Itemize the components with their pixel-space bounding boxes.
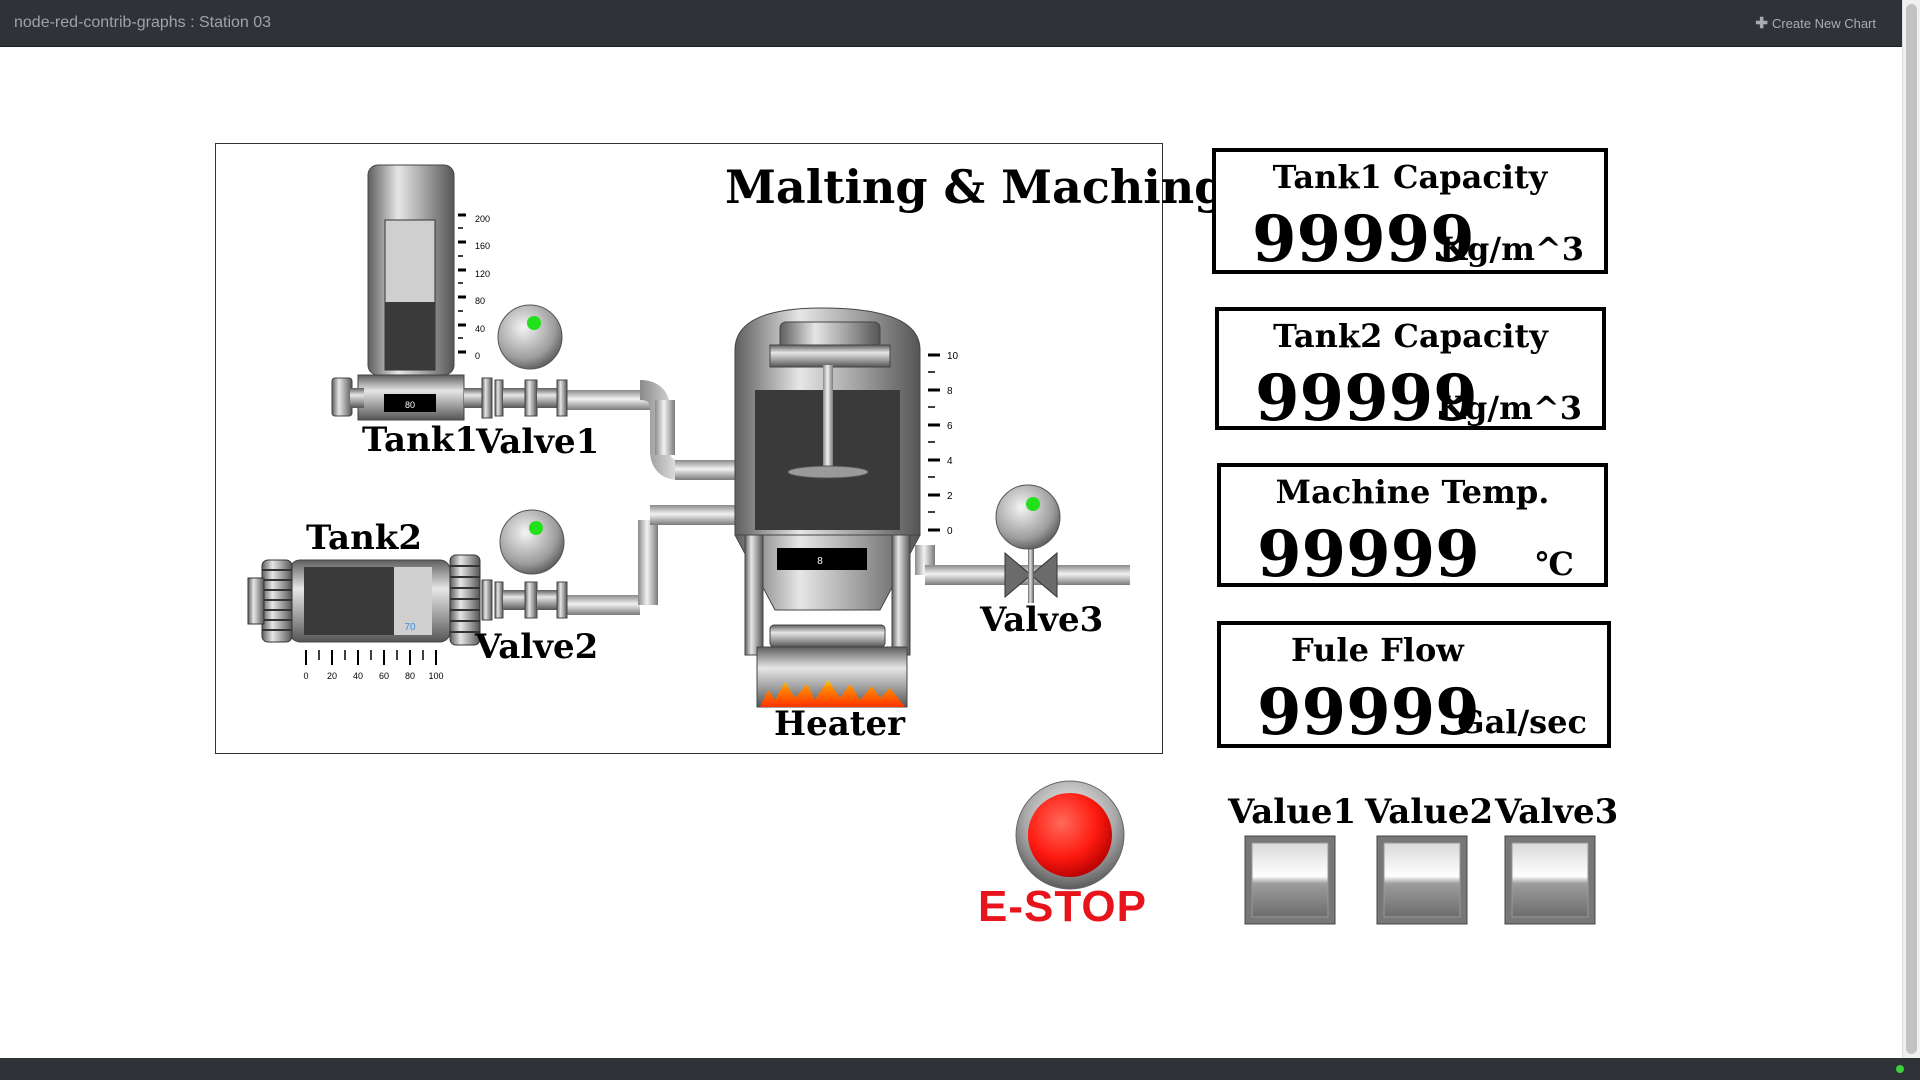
heater-label: Heater [774,704,906,744]
estop-label: E-STOP [978,882,1148,931]
card-title: Machine Temp. [1275,473,1550,511]
valve1-indicator-icon [527,316,541,330]
tank1-scale-tick: 40 [475,324,485,334]
card-title: Tank2 Capacity [1273,317,1548,355]
connection-status-icon [1896,1065,1904,1073]
tank2-scale-tick: 0 [303,671,308,681]
tank1-display-value: 80 [405,400,415,410]
tank1-scale-tick: 160 [475,241,490,251]
valve3-label: Valve3 [980,600,1104,640]
valve3-toggle-switch[interactable] [1505,836,1595,924]
panel-title: Malting & Maching [725,160,1227,214]
value1-toggle-switch[interactable] [1245,836,1335,924]
mixer-display-value: 8 [817,556,823,567]
tank1-capacity-card: Tank1 Capacity 99999 Kg/m^3 [1212,148,1608,277]
valve2-label: Valve2 [475,627,599,667]
valve1-graphic[interactable] [481,304,568,419]
mixer-scale-tick: 2 [947,491,953,502]
bottom-status-bar [0,1058,1920,1080]
estop-button[interactable] [1015,780,1125,890]
card-value: 99999 [1257,675,1480,750]
tank2-scale: 0 20 40 60 80 100 [303,650,444,681]
mixer-scale-tick: 10 [947,351,959,362]
valve2-graphic[interactable] [481,509,568,621]
mixer-scale-tick: 4 [947,456,953,467]
tank2-scale-tick: 20 [327,671,337,681]
mixer-scale: 10 8 6 4 2 0 [928,351,959,537]
tank1-scale: 200 160 120 80 40 0 [458,213,490,361]
tank2-capacity-card: Tank2 Capacity 99999 Kg/m^3 [1215,307,1606,436]
tank1-scale-tick: 200 [475,214,490,224]
switch-label-valve3: Valve3 [1495,792,1619,832]
tank2-scale-tick: 100 [428,671,443,681]
mixer-scale-tick: 0 [947,526,953,537]
card-unit: Kg/m^3 [1437,389,1582,427]
card-unit: ℃ [1535,545,1574,583]
tank1-graphic: 80 200 160 120 80 40 0 [331,164,490,421]
tank2-scale-tick: 80 [405,671,415,681]
tank1-scale-tick: 120 [475,269,490,279]
card-unit: Kg/m^3 [1439,230,1584,268]
valve3-graphic[interactable] [995,484,1061,603]
switch-label-value1: Value1 [1228,792,1357,832]
card-title: Tank1 Capacity [1272,158,1548,196]
tank2-scale-tick: 60 [379,671,389,681]
tank2-scale-tick: 40 [353,671,363,681]
valve3-indicator-icon [1026,497,1040,511]
card-value: 99999 [1257,517,1480,592]
switch-label-value2: Value2 [1365,792,1494,832]
mixer-vessel-graphic: 8 10 8 6 4 2 0 [734,307,959,656]
mixer-scale-tick: 8 [947,386,953,397]
valve1-label: Valve1 [476,422,600,462]
gear-icon [247,559,293,643]
tank1-scale-tick: 80 [475,296,485,306]
tank2-label: Tank2 [306,518,423,558]
tank2-graphic: 70 0 20 40 60 80 100 [247,554,481,681]
tank1-scale-tick: 0 [475,351,480,361]
tank2-display-value: 70 [404,622,416,633]
card-title: Fule Flow [1291,631,1464,669]
valve2-indicator-icon [529,521,543,535]
tank1-label: Tank1 [362,420,479,460]
heater-graphic [756,624,908,708]
fuel-flow-card: Fule Flow 99999 Gal/sec [1217,621,1611,750]
machine-temp-card: Machine Temp. 99999 ℃ [1217,463,1608,592]
value2-toggle-switch[interactable] [1377,836,1467,924]
mixer-scale-tick: 6 [947,421,953,432]
card-unit: Gal/sec [1457,703,1587,741]
